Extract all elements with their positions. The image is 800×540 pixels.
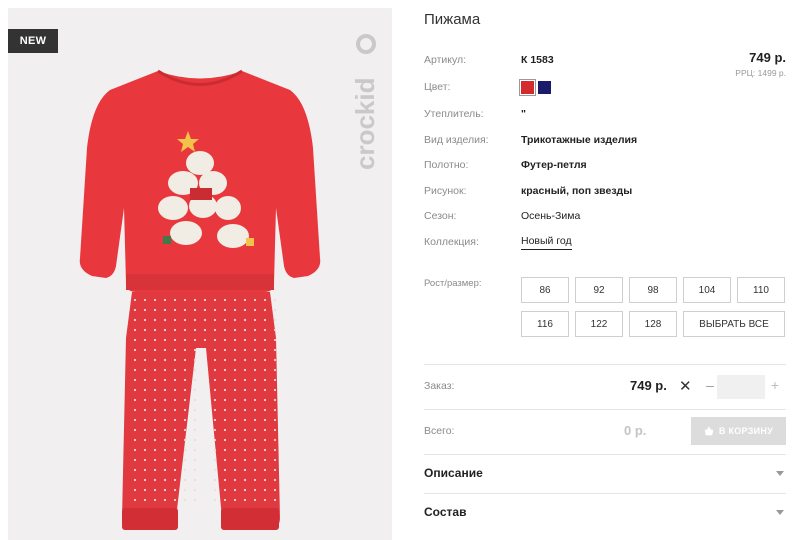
order-price: 749 р. <box>630 378 667 393</box>
attr-article: Артикул: К 1583 <box>424 52 554 68</box>
size-button-98[interactable]: 98 <box>629 277 677 303</box>
product-image-panel[interactable]: NEW crockid <box>8 8 392 540</box>
order-label: Заказ: <box>424 380 455 392</box>
multiply-icon: ✕ <box>679 378 692 395</box>
attr-value: красный, поп звезды <box>521 185 633 197</box>
attr-value: Футер-петля <box>521 159 587 171</box>
divider <box>424 364 786 365</box>
attr-label: Цвет: <box>424 81 451 93</box>
pants-dot-pattern <box>133 298 277 502</box>
attr-fabric: Полотно: Футер-петля <box>424 157 587 173</box>
attr-value: " <box>521 108 526 120</box>
divider <box>424 409 786 410</box>
basket-icon <box>704 426 714 436</box>
chevron-down-icon <box>776 509 784 515</box>
svg-text:crockid: crockid <box>350 78 380 171</box>
crockid-logo: crockid <box>350 34 380 171</box>
attr-label: Рисунок: <box>424 185 467 197</box>
size-button-128[interactable]: 128 <box>629 311 677 337</box>
attr-label: Утеплитель: <box>424 108 484 120</box>
chevron-down-icon <box>776 470 784 476</box>
attr-insulation: Утеплитель: " <box>424 106 526 122</box>
accordion-title: Описание <box>424 466 483 480</box>
size-button-86[interactable]: 86 <box>521 277 569 303</box>
attr-label: Артикул: <box>424 54 467 66</box>
color-swatch-navy[interactable] <box>538 80 551 94</box>
product-rrp: РРЦ: 1499 р. <box>735 68 786 78</box>
attr-item-type: Вид изделия: Трикотажные изделия <box>424 132 637 148</box>
accordion-composition[interactable]: Состав <box>424 500 786 524</box>
attr-collection: Коллекция: Новый год <box>424 234 572 250</box>
product-price: 749 р. <box>749 50 786 65</box>
attr-value: Трикотажные изделия <box>521 134 638 146</box>
pajama-pants <box>122 292 280 530</box>
attr-label: Коллекция: <box>424 236 479 248</box>
size-button-122[interactable]: 122 <box>575 311 623 337</box>
attr-label: Сезон: <box>424 210 457 222</box>
attr-label: Вид изделия: <box>424 134 489 146</box>
accordion-description[interactable]: Описание <box>424 461 786 485</box>
divider <box>424 493 786 494</box>
divider <box>424 454 786 455</box>
size-button-116[interactable]: 116 <box>521 311 569 337</box>
attr-pattern: Рисунок: красный, поп звезды <box>424 183 632 199</box>
quantity-minus-button[interactable]: – <box>703 377 717 395</box>
new-badge: NEW <box>8 29 58 53</box>
size-button-104[interactable]: 104 <box>683 277 731 303</box>
sizes-label: Рост/размер: <box>424 278 482 289</box>
size-button-92[interactable]: 92 <box>575 277 623 303</box>
quantity-plus-button[interactable]: + <box>768 377 782 395</box>
size-button-110[interactable]: 110 <box>737 277 785 303</box>
product-photo <box>79 69 321 530</box>
collection-link[interactable]: Новый год <box>521 235 572 250</box>
product-details: Пижама 749 р. РРЦ: 1499 р. Артикул: К 15… <box>424 0 786 540</box>
color-swatch-red[interactable] <box>519 78 536 96</box>
add-to-cart-label: В КОРЗИНУ <box>718 426 774 436</box>
attr-season: Сезон: Осень-Зима <box>424 208 580 224</box>
attr-label: Полотно: <box>424 159 469 171</box>
attr-color: Цвет: <box>424 78 555 96</box>
product-title: Пижама <box>424 11 481 28</box>
attr-value: К 1583 <box>521 54 554 66</box>
quantity-input[interactable] <box>717 375 765 399</box>
select-all-sizes-button[interactable]: ВЫБРАТЬ ВСЕ <box>683 311 785 337</box>
accordion-title: Состав <box>424 505 467 519</box>
attr-value: Осень-Зима <box>521 210 581 222</box>
total-value: 0 р. <box>624 423 647 438</box>
total-label: Всего: <box>424 425 455 437</box>
add-to-cart-button[interactable]: В КОРЗИНУ <box>691 417 786 445</box>
